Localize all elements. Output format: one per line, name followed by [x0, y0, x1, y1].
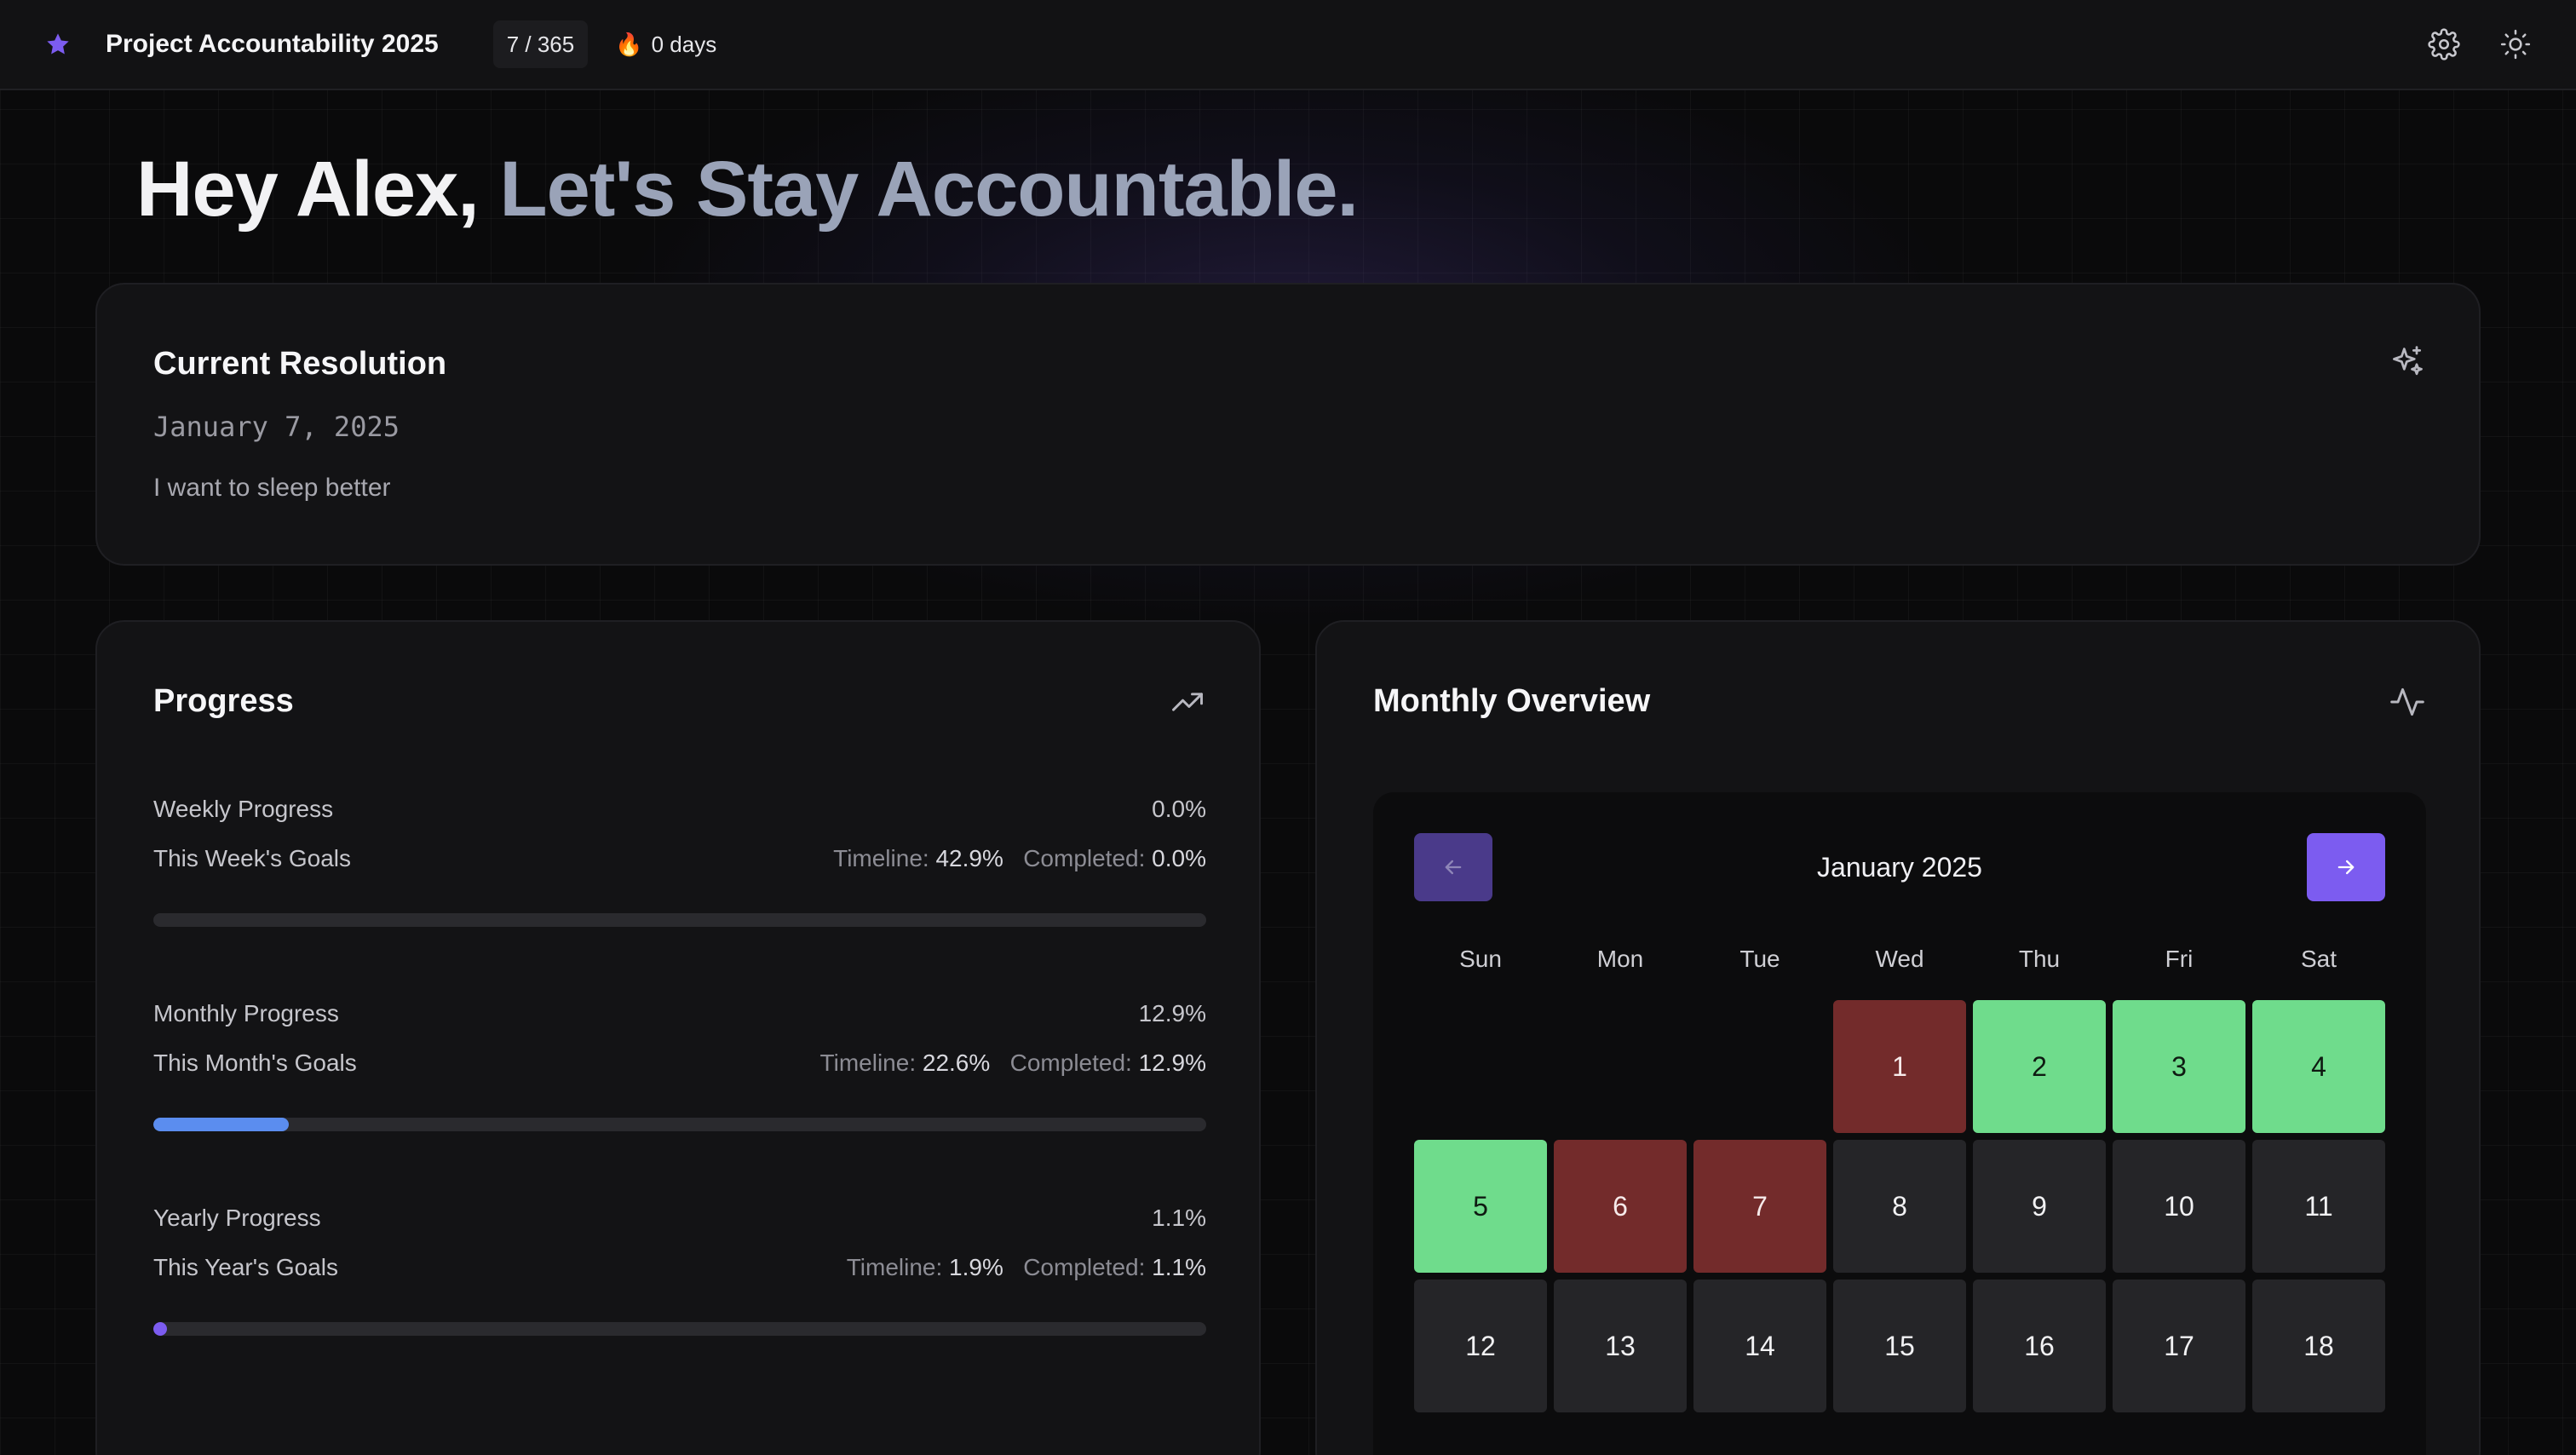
calendar-day-17[interactable]: 17 [2113, 1280, 2245, 1412]
calendar-day-14[interactable]: 14 [1693, 1280, 1826, 1412]
previous-month-button[interactable] [1414, 833, 1492, 901]
timeline-value: 1.9% [949, 1254, 1003, 1280]
progress-bar-fill [153, 1118, 290, 1131]
theme-toggle-button[interactable] [2498, 26, 2533, 62]
streak-indicator: 🔥 0 days [615, 32, 716, 58]
calendar-day-1[interactable]: 1 [1833, 1000, 1966, 1133]
progress-meta: Timeline: 22.6% Completed: 12.9% [819, 1050, 1206, 1076]
calendar-day-3[interactable]: 3 [2113, 1000, 2245, 1133]
weekday-label: Sun [1459, 946, 1502, 972]
timeline-value: 42.9% [935, 845, 1003, 871]
resolution-text: I want to sleep better [153, 474, 391, 502]
calendar-blank-cell [1554, 1000, 1687, 1133]
tagline: Let's Stay Accountable. [499, 146, 1359, 233]
top-actions [2426, 26, 2533, 62]
goals-label: This Year's Goals [153, 1254, 339, 1280]
calendar-day-7[interactable]: 7 [1693, 1140, 1826, 1273]
progress-bar [153, 1322, 1206, 1336]
completed-value: 0.0% [1152, 845, 1206, 871]
calendar-blank-cell [1414, 1000, 1547, 1133]
progress-bar [153, 1118, 1206, 1131]
progress-percent: 12.9% [1138, 1000, 1206, 1027]
weekday-label: Thu [2018, 946, 2061, 972]
weekday-label: Fri [2165, 946, 2194, 972]
settings-button[interactable] [2426, 26, 2462, 62]
completed-value: 1.1% [1152, 1254, 1206, 1280]
progress-label: Monthly Progress [153, 1000, 339, 1027]
arrow-left-icon [1445, 860, 1462, 875]
calendar: January 2025 Sun Mon Tue Wed Thu Fri Sat 12345… [1373, 792, 2426, 1455]
calendar-day-4[interactable]: 4 [2252, 1000, 2385, 1133]
calendar-day-2[interactable]: 2 [1973, 1000, 2106, 1133]
calendar-day-8[interactable]: 8 [1833, 1140, 1966, 1273]
monthly-progress: Monthly Progress 12.9% This Month's Goal… [153, 1000, 1206, 1131]
arrow-right-icon [2337, 860, 2355, 875]
calendar-day-18[interactable]: 18 [2252, 1280, 2385, 1412]
top-bar: Project Accountability 2025 7 / 365 🔥 0 … [0, 0, 2576, 90]
day-counter-badge: 7 / 365 [492, 20, 589, 68]
calendar-days-grid: 1 2 3 4 5 6 7 8 9 10 11 12 13 14 15 16 17 18 [1414, 1000, 2385, 1412]
weekday-label: Sat [2300, 946, 2337, 972]
star-icon [43, 29, 73, 60]
calendar-day-15[interactable]: 15 [1833, 1280, 1966, 1412]
next-month-button[interactable] [2307, 833, 2385, 901]
progress-card: Progress Weekly Progress 0.0% This Week'… [95, 620, 1261, 1455]
calendar-day-16[interactable]: 16 [1973, 1280, 2106, 1412]
greeting: Hey Alex, [136, 146, 480, 233]
weekday-label: Tue [1739, 946, 1780, 972]
page-heading: Hey Alex, Let's Stay Accountable. [136, 145, 1359, 234]
progress-label: Weekly Progress [153, 796, 334, 822]
completed-value: 12.9% [1138, 1050, 1206, 1076]
card-title: Progress [153, 683, 294, 719]
progress-bar [153, 913, 1206, 927]
card-title: Current Resolution [153, 346, 447, 382]
monthly-overview-card: Monthly Overview January 2025 Sun Mon Tue W… [1315, 620, 2481, 1455]
progress-bar-fill [153, 1322, 167, 1336]
calendar-day-12[interactable]: 12 [1414, 1280, 1547, 1412]
weekday-header: Sun Mon Tue Wed Thu Fri Sat [1414, 946, 2385, 973]
calendar-header: January 2025 [1414, 833, 2385, 901]
trending-up-icon [1172, 693, 1203, 711]
app-title: Project Accountability 2025 [106, 30, 439, 58]
calendar-month-label: January 2025 [1817, 851, 1982, 883]
fire-icon: 🔥 [615, 31, 643, 57]
timeline-value: 22.6% [922, 1050, 991, 1076]
activity-icon [2390, 687, 2424, 716]
calendar-day-11[interactable]: 11 [2252, 1140, 2385, 1273]
progress-label: Yearly Progress [153, 1205, 321, 1231]
current-resolution-card: Current Resolution January 7, 2025 I wan… [95, 283, 2481, 566]
card-title: Monthly Overview [1373, 683, 1651, 719]
calendar-day-6[interactable]: 6 [1554, 1140, 1687, 1273]
calendar-day-9[interactable]: 9 [1973, 1140, 2106, 1273]
calendar-day-10[interactable]: 10 [2113, 1140, 2245, 1273]
weekday-label: Mon [1596, 946, 1644, 972]
sparkles-icon [2393, 346, 2423, 376]
progress-meta: Timeline: 42.9% Completed: 0.0% [833, 845, 1206, 871]
goals-label: This Week's Goals [153, 845, 352, 871]
weekday-label: Wed [1875, 946, 1924, 972]
resolution-date: January 7, 2025 [153, 411, 400, 443]
calendar-blank-cell [1693, 1000, 1826, 1133]
streak-label: 0 days [651, 31, 717, 57]
progress-percent: 1.1% [1152, 1205, 1206, 1231]
calendar-day-13[interactable]: 13 [1554, 1280, 1687, 1412]
sun-icon [2500, 29, 2531, 60]
yearly-progress: Yearly Progress 1.1% This Year's Goals T… [153, 1205, 1206, 1336]
progress-meta: Timeline: 1.9% Completed: 1.1% [846, 1254, 1206, 1280]
gear-icon [2428, 28, 2460, 60]
calendar-day-5[interactable]: 5 [1414, 1140, 1547, 1273]
progress-percent: 0.0% [1152, 796, 1206, 822]
weekly-progress: Weekly Progress 0.0% This Week's Goals T… [153, 796, 1206, 927]
goals-label: This Month's Goals [153, 1050, 357, 1076]
